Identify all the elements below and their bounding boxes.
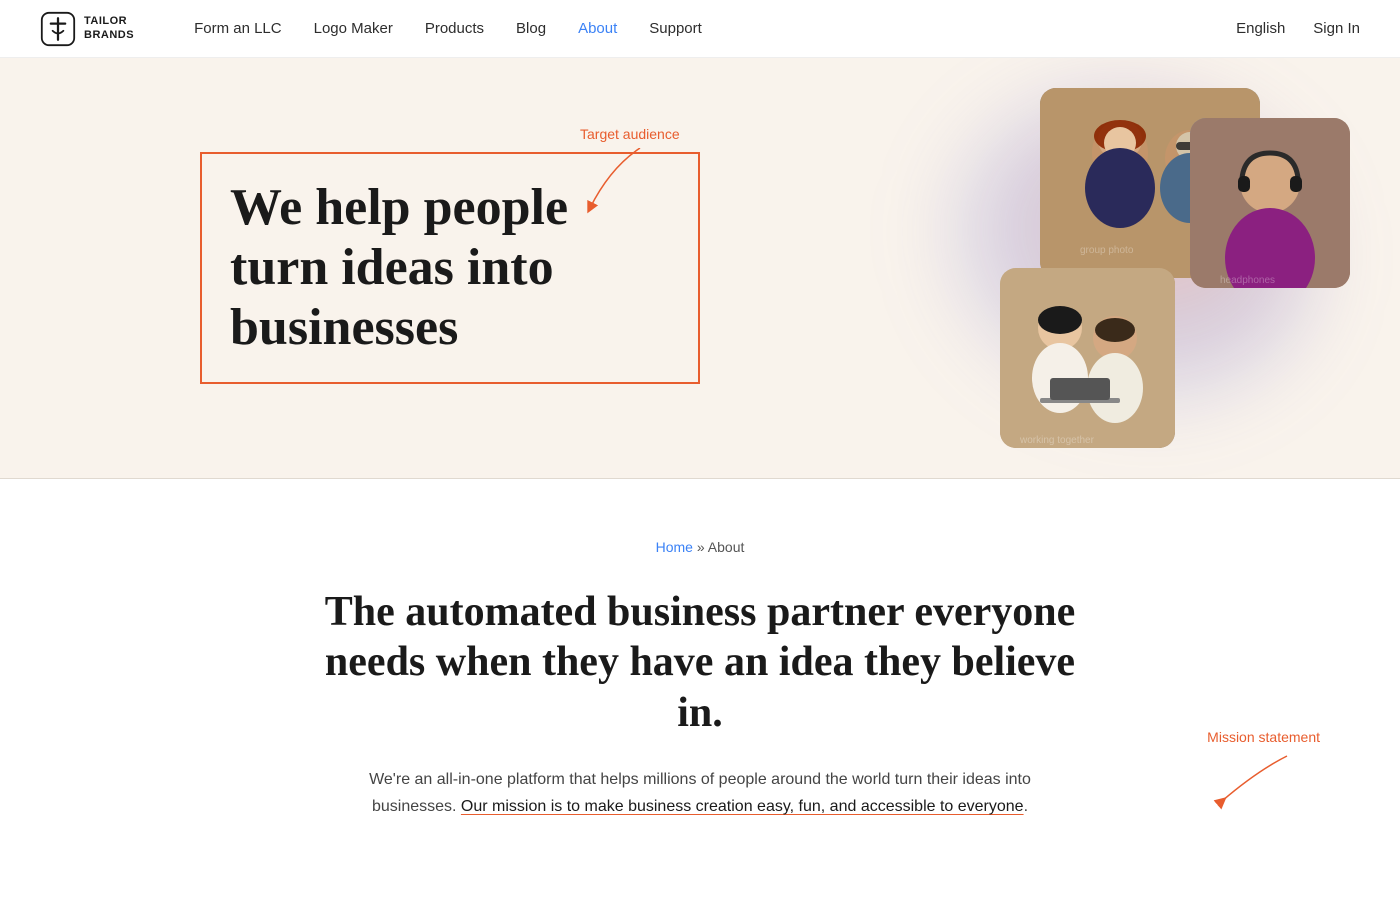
breadcrumb-home[interactable]: Home [656, 539, 693, 555]
svg-text:group photo: group photo [1080, 245, 1134, 256]
content-description-after: . [1024, 798, 1028, 815]
nav-language[interactable]: English [1236, 20, 1285, 37]
hero-images: group photo headphones [920, 88, 1340, 448]
nav-links: Form an LLC Logo Maker Products Blog Abo… [194, 20, 702, 38]
nav-sign-in[interactable]: Sign In [1313, 20, 1360, 37]
nav-blog[interactable]: Blog [516, 20, 546, 37]
breadcrumb-separator: » [693, 539, 708, 555]
content-section: Home » About The automated business part… [0, 479, 1400, 901]
target-audience-label: Target audience [580, 126, 680, 142]
logo-text: TAILOR BRANDS [84, 15, 134, 41]
photo-work-svg: working together [1000, 268, 1175, 448]
breadcrumb: Home » About [40, 539, 1360, 555]
nav-logo-maker[interactable]: Logo Maker [314, 20, 393, 37]
nav-about[interactable]: About [578, 20, 617, 37]
mission-annotation: Mission statement [1207, 729, 1320, 811]
content-description: We're an all-in-one platform that helps … [360, 766, 1040, 820]
svg-text:headphones: headphones [1220, 275, 1275, 286]
hero-section: Target audience We help people turn idea… [0, 58, 1400, 478]
hero-headline-box: We help people turn ideas into businesse… [200, 152, 700, 383]
logo-icon [40, 11, 76, 47]
hero-headline: We help people turn ideas into businesse… [230, 178, 670, 357]
mission-arrow-svg [1207, 751, 1307, 811]
nav-form-llc[interactable]: Form an LLC [194, 20, 282, 37]
mission-label-text: Mission statement [1207, 729, 1320, 745]
hero-left: We help people turn ideas into businesse… [200, 152, 700, 383]
breadcrumb-current: About [708, 539, 745, 555]
nav-right: English Sign In [1236, 20, 1360, 37]
nav-products[interactable]: Products [425, 20, 484, 37]
content-headline: The automated business partner everyone … [300, 587, 1100, 738]
mission-link[interactable]: Our mission is to make business creation… [461, 798, 1024, 815]
mission-annotation-label: Mission statement [1207, 729, 1320, 811]
navbar: TAILOR BRANDS Form an LLC Logo Maker Pro… [0, 0, 1400, 58]
nav-support[interactable]: Support [649, 20, 702, 37]
photo-man-svg: headphones [1190, 118, 1350, 288]
photo-card-3: working together [1000, 268, 1175, 448]
photo-card-2: headphones [1190, 118, 1350, 288]
logo-link[interactable]: TAILOR BRANDS [40, 11, 134, 47]
svg-text:working together: working together [1019, 435, 1095, 446]
